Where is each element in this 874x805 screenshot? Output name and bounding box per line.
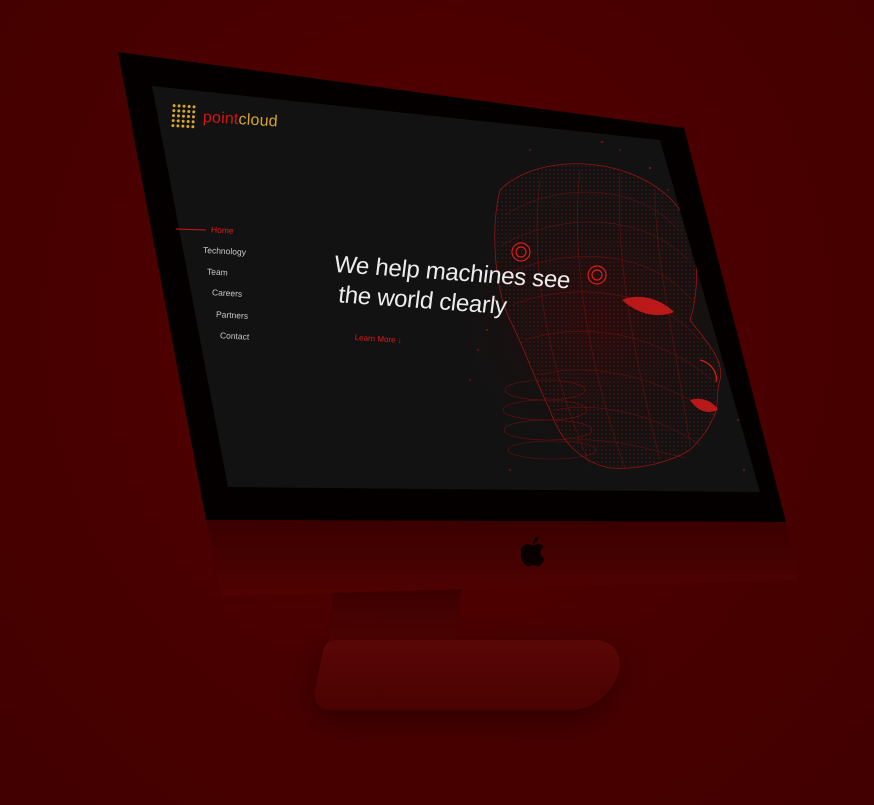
nav-item-home[interactable]: Home xyxy=(211,224,234,235)
nav-item-careers[interactable]: Careers xyxy=(212,287,243,299)
apple-logo-icon xyxy=(521,537,545,567)
monitor-chin xyxy=(206,520,798,596)
nav-item-contact[interactable]: Contact xyxy=(220,330,250,342)
dot-grid-logo-icon xyxy=(171,104,196,129)
logo-wordmark: pointcloud xyxy=(202,108,279,130)
monitor xyxy=(118,52,798,596)
nav-item-team[interactable]: Team xyxy=(207,266,228,277)
nav-item-partners[interactable]: Partners xyxy=(216,309,249,321)
mockup-scene: pointcloud Home Technology Team Careers … xyxy=(0,0,874,805)
